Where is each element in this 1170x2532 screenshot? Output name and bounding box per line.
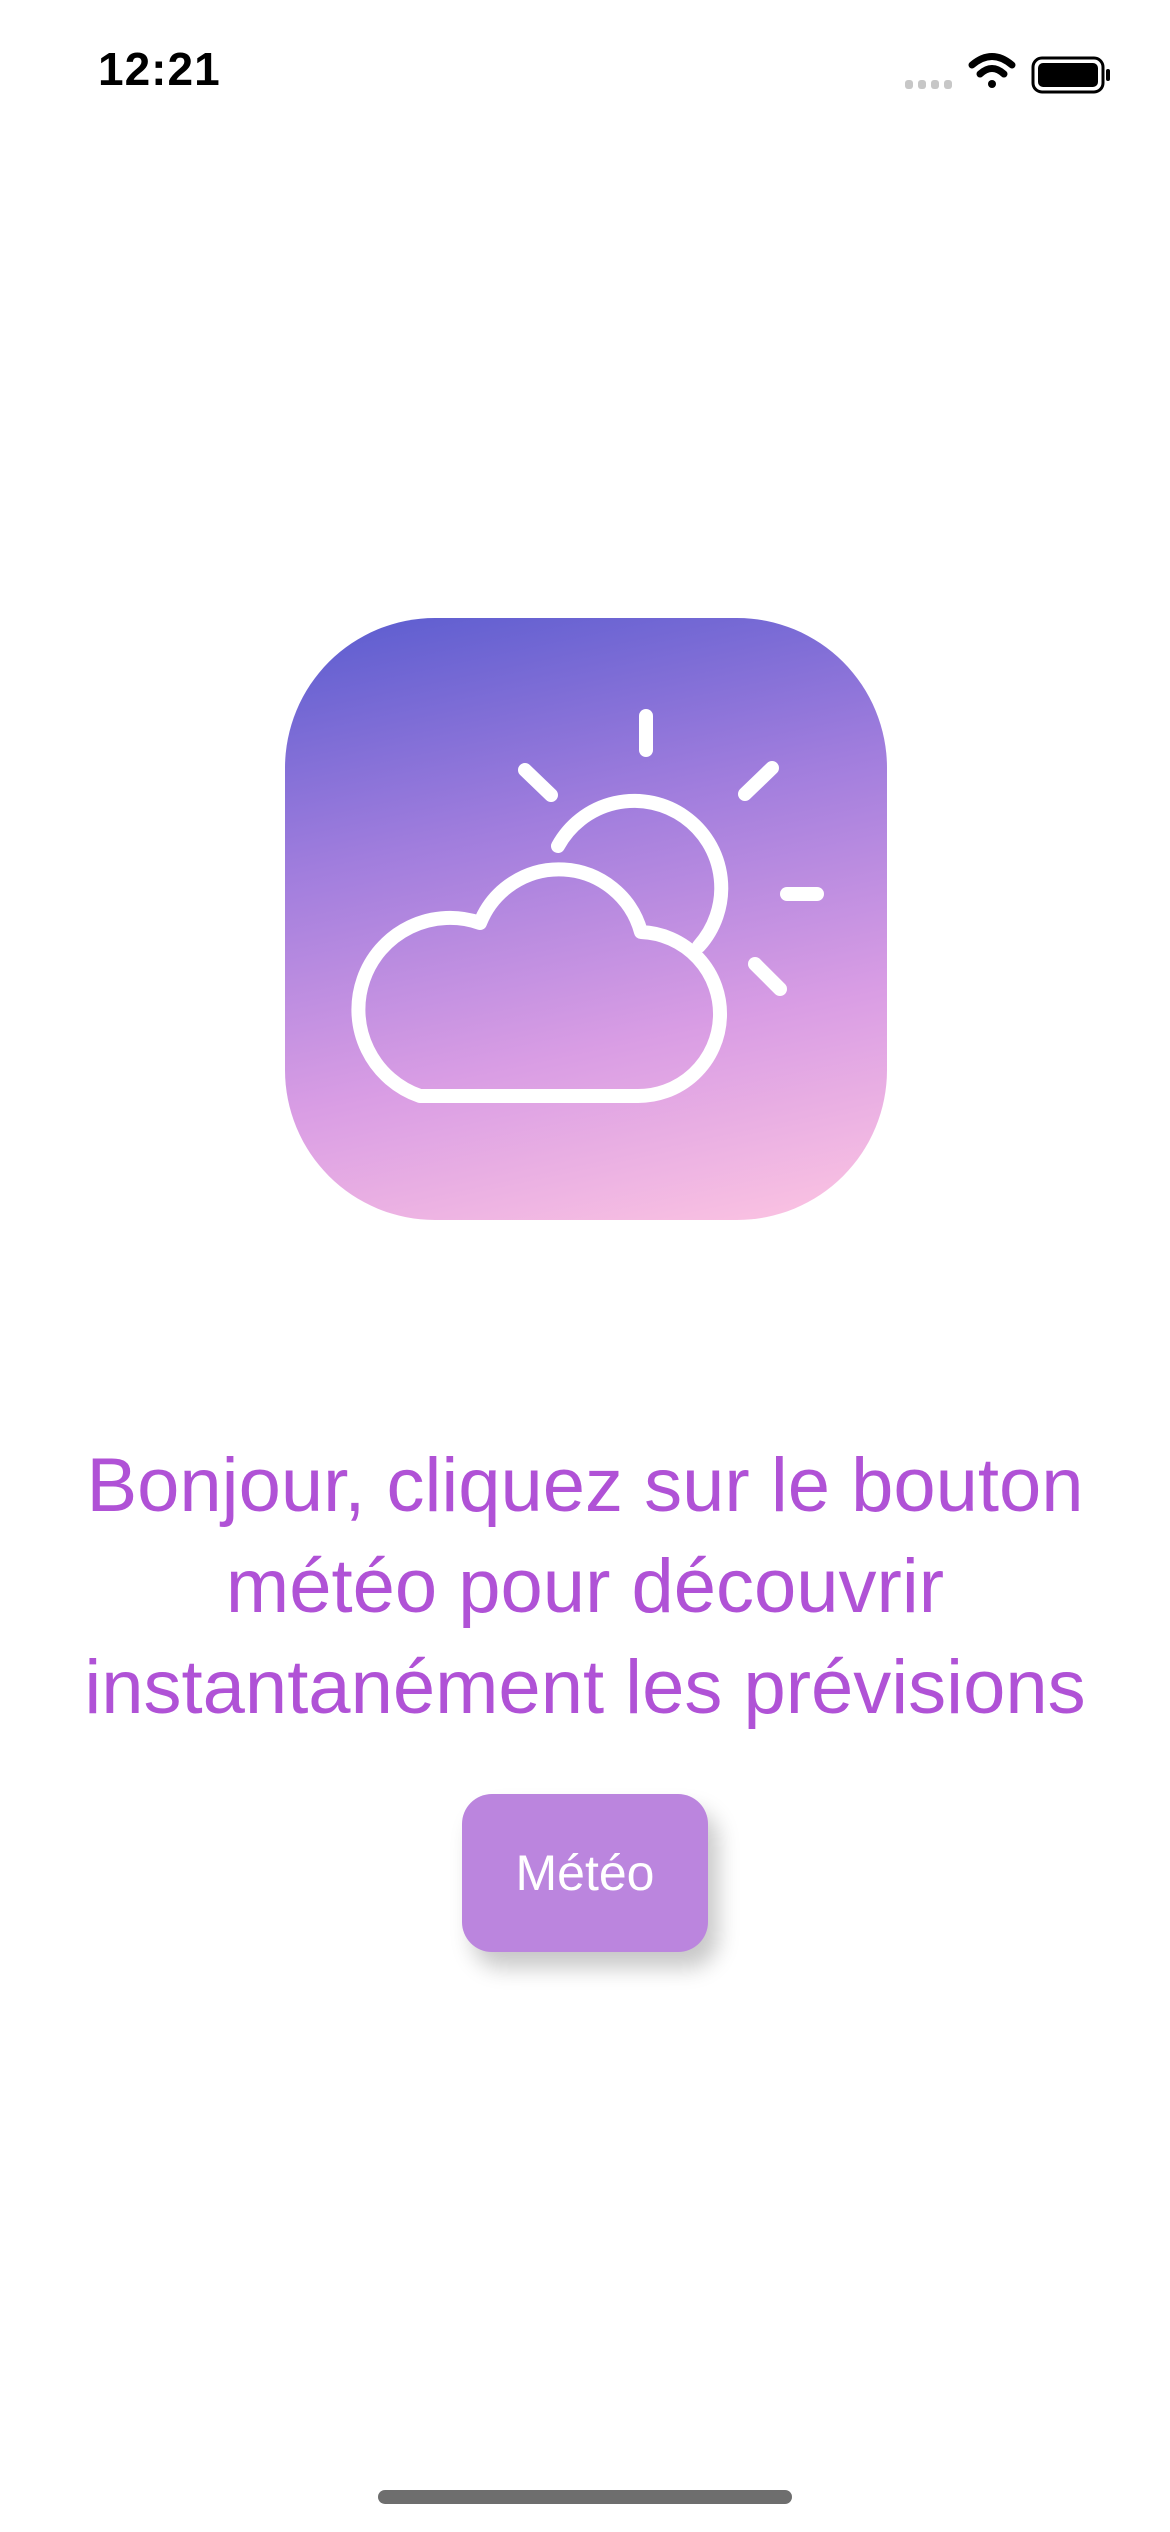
status-bar: 12:21 [0, 0, 1170, 150]
app-icon [285, 618, 887, 1220]
meteo-button[interactable]: Météo [462, 1794, 708, 1952]
meteo-button-label: Météo [515, 1845, 655, 1901]
battery-icon [1031, 56, 1110, 94]
welcome-message-line: météo pour découvrir [225, 1544, 945, 1629]
partly-cloudy-icon [351, 709, 824, 1104]
welcome-message-line: Bonjour, cliquez sur le bouton [86, 1443, 1084, 1528]
wifi-icon [968, 53, 1016, 88]
welcome-message-line: instantanément les prévisions [84, 1645, 1086, 1730]
status-icons [900, 50, 1130, 100]
status-time: 12:21 [98, 43, 221, 95]
cellular-signal-icon [905, 80, 952, 89]
status-icons-graphic [905, 53, 1110, 94]
home-indicator[interactable] [378, 2490, 792, 2504]
welcome-message: Bonjour, cliquez sur le bouton météo pou… [20, 1435, 1150, 1738]
